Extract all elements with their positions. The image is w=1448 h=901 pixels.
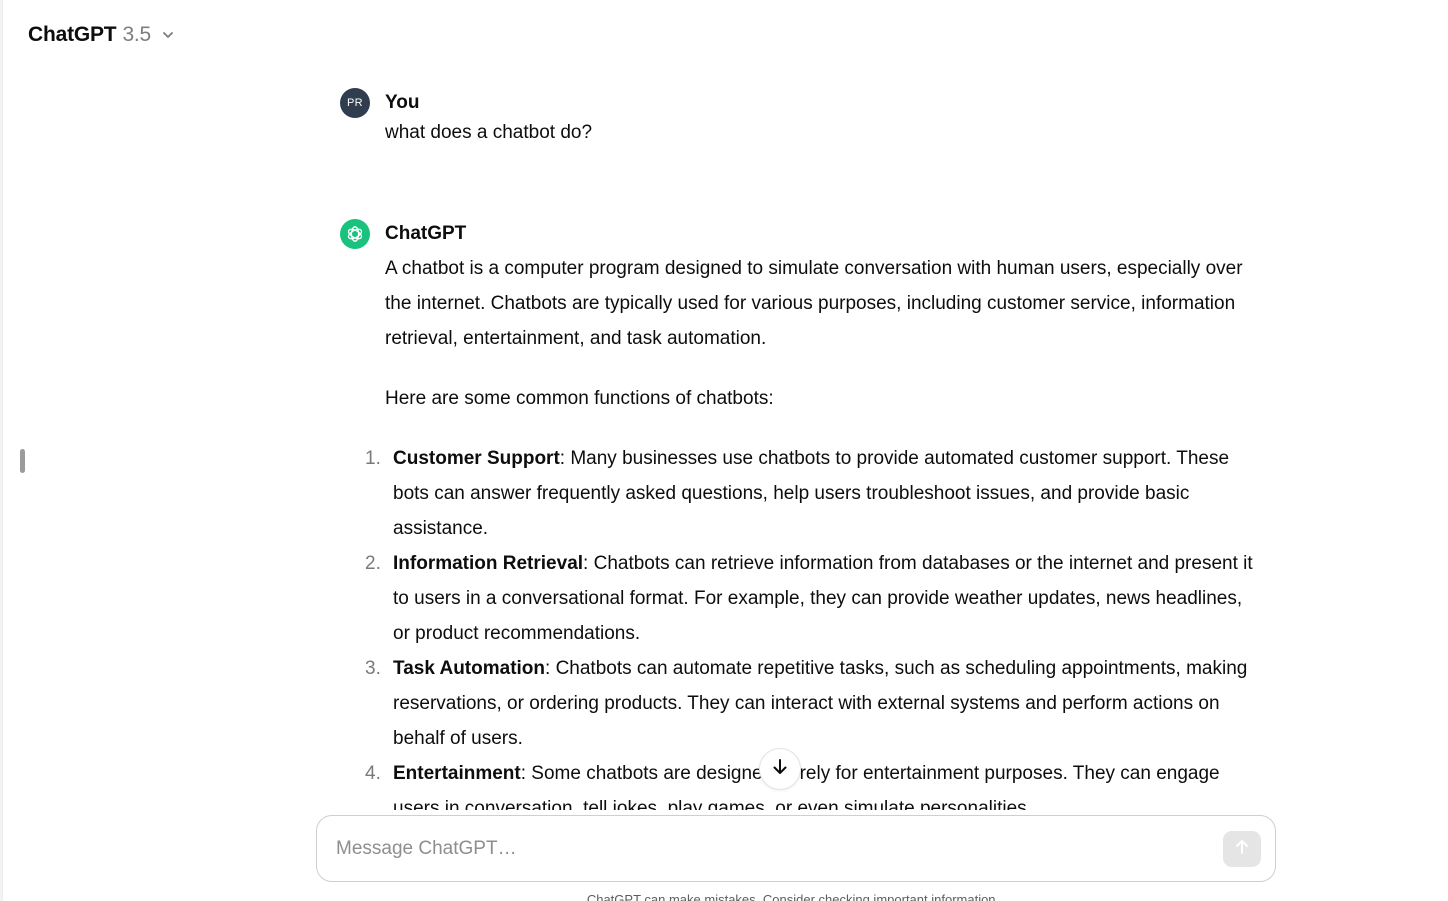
list-number: 1. [365,448,381,469]
assistant-message: ChatGPT A chatbot is a computer program … [340,219,1260,810]
sidebar-toggle-icon[interactable] [20,449,25,473]
model-name: ChatGPT [28,23,117,46]
chat-page: ChatGPT 3.5 PR You what does a chatbot d… [0,0,1448,901]
model-version: 3.5 [122,23,152,46]
list-number: 2. [365,553,381,574]
arrow-up-icon [1233,838,1251,861]
message-input[interactable] [336,834,1196,864]
list-item: 2. Information Retrieval: Chatbots can re… [365,546,1260,651]
assistant-message-body: ChatGPT A chatbot is a computer program … [365,219,1260,810]
left-edge [0,0,3,901]
list-item-title: Information Retrieval [393,553,584,574]
send-button[interactable] [1223,831,1261,867]
arrow-down-icon [770,757,790,782]
list-item-title: Task Automation [393,658,546,679]
list-number: 4. [365,763,381,784]
message-author: You [385,92,420,113]
message-composer [316,815,1276,882]
list-item-title: Customer Support [393,448,560,469]
list-item: 3. Task Automation: Chatbots can automate… [365,651,1260,756]
list-item-title: Entertainment [393,763,521,784]
conversation-thread: PR You what does a chatbot do? ChatGPT A… [340,88,1260,810]
answer-intro: A chatbot is a computer program designed… [385,258,1243,349]
disclaimer-note: ChatGPT can make mistakes. Consider chec… [586,892,1000,901]
message-text: what does a chatbot do? [385,122,593,143]
answer-lead: Here are some common functions of chatbo… [385,388,774,409]
list-number: 3. [365,658,381,679]
scroll-to-bottom-button[interactable] [759,748,801,790]
openai-logo-icon [340,219,370,249]
functions-list: 1. Customer Support: Many businesses use … [365,441,1260,810]
user-message: PR You what does a chatbot do? [340,88,1260,145]
list-item: 1. Customer Support: Many businesses use … [365,441,1260,546]
list-item: 4. Entertainment: Some chatbots are desig… [365,756,1260,810]
model-selector[interactable]: ChatGPT 3.5 [28,22,175,48]
chevron-down-icon [161,24,175,48]
user-message-body: You what does a chatbot do? [385,88,1260,145]
message-author: ChatGPT [385,223,467,244]
avatar: PR [340,88,370,118]
